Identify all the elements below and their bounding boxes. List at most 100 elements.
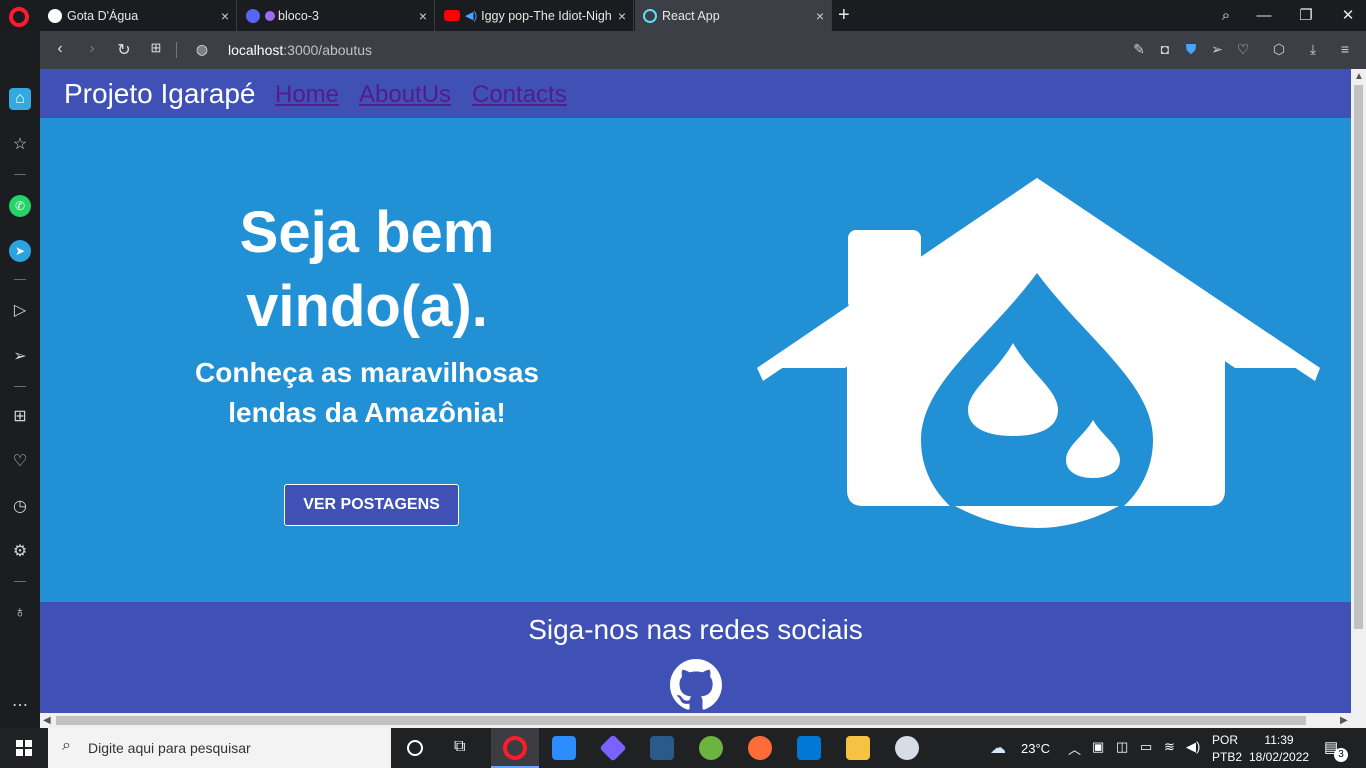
whatsapp-icon[interactable]: ✆ — [9, 195, 31, 217]
divider — [14, 174, 26, 175]
react-icon — [643, 8, 657, 23]
nav-link-contacts[interactable]: Contacts — [472, 81, 567, 109]
tab-youtube-iggy-pop[interactable]: ◀) Iggy pop-The Idiot-Nigh × — [436, 0, 634, 31]
ver-postagens-button[interactable]: VER POSTAGENS — [284, 484, 459, 526]
horizontal-scroll-thumb[interactable] — [56, 716, 1306, 725]
page-viewport: Projeto Igarapé Home AboutUs Contacts Se… — [40, 69, 1366, 728]
clock-time: 11:39 — [1264, 733, 1294, 747]
opera-sidebar: ⌂ ☆ ✆ ➤ ▷ ➢ ⊞ ♡ ◷ ⚙ ♁ ⋯ — [0, 31, 40, 728]
divider — [14, 386, 26, 387]
battery-icon[interactable]: ▭ — [1140, 739, 1152, 755]
back-icon[interactable]: ‹ — [50, 40, 70, 58]
scroll-up-icon[interactable]: ▲ — [1354, 71, 1364, 82]
vscode-icon[interactable] — [797, 736, 821, 760]
youtube-icon — [444, 10, 460, 21]
more-options-icon[interactable]: ⋯ — [9, 695, 31, 717]
volume-icon[interactable]: ◀) — [1186, 739, 1200, 755]
notification-count-badge: 3 — [1334, 748, 1348, 762]
app-diamond-icon[interactable] — [599, 734, 627, 762]
discord-icon — [246, 8, 260, 23]
windows-start-icon[interactable] — [16, 740, 32, 756]
meet-now-icon[interactable]: ▣ — [1092, 739, 1104, 755]
cube-icon[interactable]: ⬡ — [1270, 41, 1288, 58]
download-icon[interactable]: ⤓ — [1304, 41, 1322, 58]
new-tab-button[interactable]: + — [838, 4, 850, 27]
url-field[interactable]: localhost:3000/aboutus — [228, 42, 372, 58]
tabs-grid-icon[interactable]: ⊞ — [146, 40, 166, 56]
tab-close-icon[interactable]: × — [809, 8, 831, 24]
bookmarks-heart-icon[interactable]: ♡ — [9, 451, 31, 473]
easy-setup-icon[interactable]: ≡ — [1336, 41, 1354, 57]
camera-icon[interactable]: ◘ — [1156, 41, 1174, 57]
language-indicator[interactable]: POR PTB2 — [1212, 733, 1242, 764]
opera-icon[interactable] — [503, 736, 527, 760]
telegram-icon[interactable]: ➤ — [9, 240, 31, 262]
vertical-scroll-thumb[interactable] — [1354, 85, 1363, 629]
hero-title: Seja bem vindo(a). — [239, 200, 495, 339]
spring-tool-icon[interactable] — [699, 736, 723, 760]
reload-icon[interactable]: ↻ — [114, 40, 134, 60]
search-icon: ⌕ — [62, 737, 71, 754]
cortana-icon[interactable] — [407, 740, 423, 756]
clock[interactable]: 11:39 18/02/2022 — [1249, 733, 1309, 764]
github-icon[interactable] — [670, 659, 722, 711]
house-water-drop-icon — [757, 178, 1320, 538]
globe-icon: ◍ — [195, 41, 209, 57]
player-icon[interactable]: ▷ — [9, 300, 31, 322]
footer-title: Siga-nos nas redes sociais — [528, 614, 863, 645]
edit-icon[interactable]: ✎ — [1130, 41, 1148, 58]
wifi-icon[interactable]: ≋ — [1164, 739, 1175, 755]
speaker-icon[interactable]: ◀) — [465, 9, 477, 22]
site-brand: Projeto Igarapé — [64, 78, 256, 109]
tray-app-icon[interactable]: ◫ — [1116, 739, 1128, 755]
taskbar-search-box[interactable]: ⌕ Digite aqui para pesquisar — [48, 728, 391, 768]
zoom-icon[interactable] — [552, 736, 576, 760]
task-view-icon[interactable]: ⧉ — [454, 738, 465, 756]
mysql-workbench-icon[interactable] — [650, 736, 674, 760]
github-icon — [48, 8, 62, 23]
tab-gota-dagua[interactable]: Gota D'Água × — [40, 0, 237, 31]
file-explorer-icon[interactable] — [846, 736, 870, 760]
weather-cloud-icon[interactable]: ☁ — [990, 738, 1006, 758]
minimize-icon[interactable]: — — [1242, 0, 1286, 31]
browser-tab-strip: Gota D'Água × bloco-3 × ◀) Iggy pop-The … — [0, 0, 1366, 31]
tab-close-icon[interactable]: × — [611, 8, 633, 24]
hero-section: Seja bem vindo(a). Conheça as maravilhos… — [40, 118, 1351, 602]
tab-bloco-3[interactable]: bloco-3 × — [238, 0, 435, 31]
divider — [14, 279, 26, 280]
flow-icon[interactable]: ➢ — [9, 346, 31, 368]
horizontal-scrollbar[interactable]: ◀ ▶ — [40, 713, 1366, 728]
postman-icon[interactable] — [748, 736, 772, 760]
keyboard-layout: PTB2 — [1212, 750, 1243, 764]
site-footer: Siga-nos nas redes sociais — [40, 602, 1351, 713]
divider — [14, 581, 26, 582]
send-icon[interactable]: ➢ — [1208, 41, 1226, 58]
url-host: localhost — [228, 42, 284, 58]
forward-icon[interactable]: › — [82, 40, 102, 58]
opera-menu-icon[interactable] — [9, 7, 29, 27]
history-icon[interactable]: ◷ — [9, 496, 31, 518]
restore-icon[interactable]: ❐ — [1284, 0, 1328, 31]
windows-taskbar: ⌕ Digite aqui para pesquisar ⧉ ☁ 23°C ︿ … — [0, 728, 1366, 768]
status-dot-icon — [265, 10, 275, 21]
nav-link-aboutus[interactable]: AboutUs — [359, 81, 451, 109]
weather-temperature[interactable]: 23°C — [1021, 741, 1050, 756]
nav-link-home[interactable]: Home — [275, 81, 339, 109]
show-hidden-icons[interactable]: ︿ — [1068, 739, 1081, 758]
tab-close-icon[interactable]: × — [412, 8, 434, 24]
scroll-right-icon[interactable]: ▶ — [1340, 715, 1348, 726]
vertical-scrollbar[interactable]: ▲ — [1351, 69, 1366, 713]
shield-icon[interactable]: ⛊ — [1182, 41, 1200, 58]
scroll-left-icon[interactable]: ◀ — [43, 715, 51, 726]
close-window-icon[interactable]: ✕ — [1326, 0, 1366, 31]
home-icon[interactable]: ⌂ — [9, 88, 31, 110]
workspaces-icon[interactable]: ⊞ — [9, 406, 31, 428]
settings-gear-icon[interactable]: ⚙ — [9, 541, 31, 563]
heart-icon[interactable]: ♡ — [1234, 41, 1252, 58]
tab-close-icon[interactable]: × — [214, 8, 236, 24]
paint-icon[interactable] — [895, 736, 919, 760]
lightbulb-icon[interactable]: ♁ — [9, 602, 31, 624]
tab-react-app[interactable]: React App × — [635, 0, 832, 31]
clock-date: 18/02/2022 — [1249, 750, 1310, 764]
speed-dial-icon[interactable]: ☆ — [9, 134, 31, 156]
